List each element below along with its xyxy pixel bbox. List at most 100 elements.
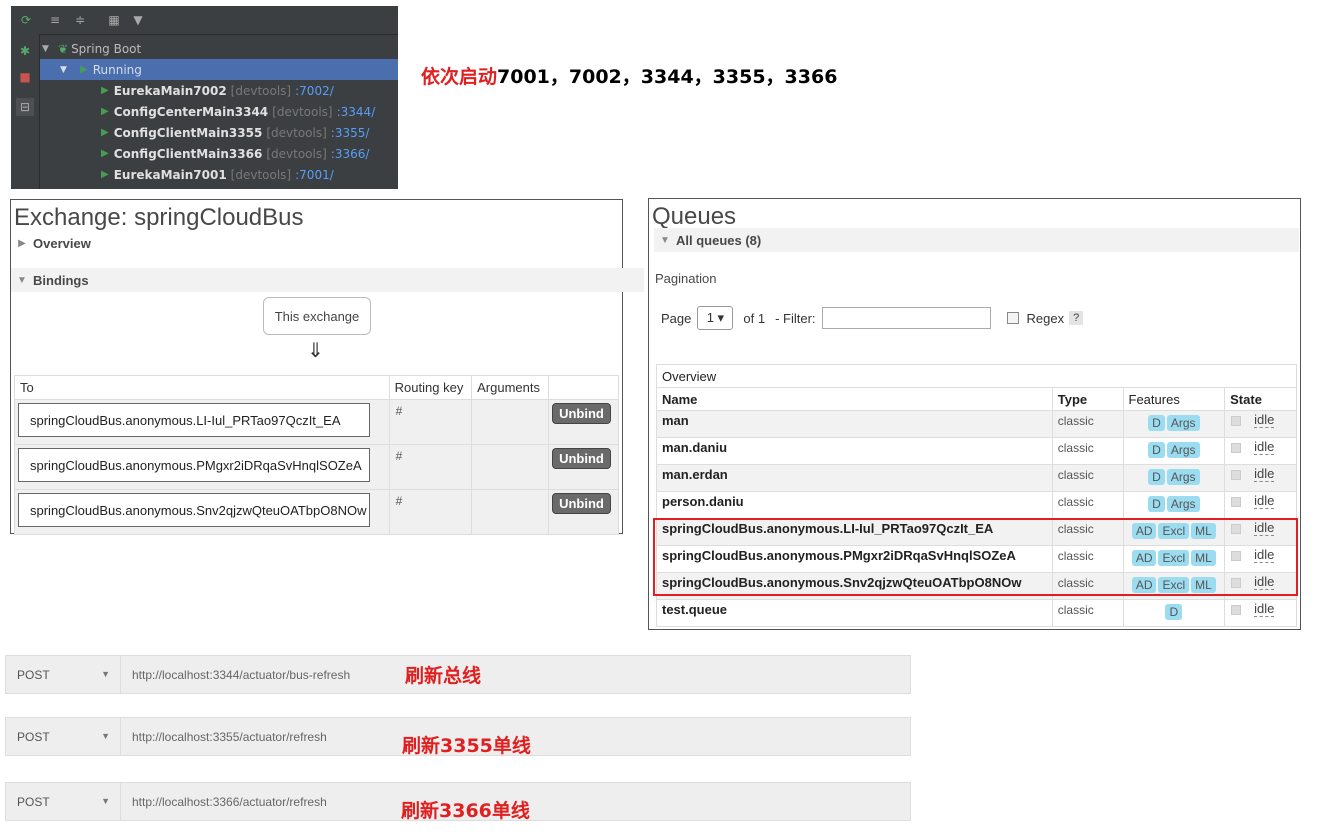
pagination-label: Pagination [655, 271, 717, 286]
queue-name-link[interactable]: springCloudBus.anonymous.PMgxr2iDRqaSvHn… [662, 548, 1016, 563]
feature-tag: D [1148, 469, 1165, 485]
down-arrow-icon: ⇓ [307, 338, 324, 362]
expand-all-icon[interactable]: ≡ [48, 13, 62, 27]
feature-tag: Args [1166, 442, 1200, 458]
queue-name-link[interactable]: man.erdan [662, 467, 728, 482]
queue-row: springCloudBus.anonymous.PMgxr2iDRqaSvHn… [656, 545, 1297, 573]
group-by-icon[interactable]: ▦ [107, 13, 121, 27]
queue-state: idle [1254, 439, 1275, 455]
tree-node-service[interactable]: ▶ EurekaMain7002 [devtools] :7002/ [40, 80, 398, 101]
col-arguments: Arguments [471, 375, 550, 400]
run-toolbar: ⟳ ≡ ≑ ▦ ▼ [11, 6, 398, 35]
queue-type: classic [1057, 576, 1094, 590]
filter-icon[interactable]: ▼ [131, 13, 145, 27]
arguments-cell [471, 444, 550, 490]
state-indicator [1231, 604, 1242, 615]
tree-node-service[interactable]: ▶ ConfigClientMain3366 [devtools] :3366/ [40, 143, 398, 164]
exchange-title: Exchange: springCloudBus [14, 204, 304, 231]
queue-row: springCloudBus.anonymous.Snv2qjzwQteuOAT… [656, 572, 1297, 600]
help-icon[interactable]: ? [1069, 311, 1084, 325]
expand-triangle-icon[interactable]: ▼ [60, 65, 72, 75]
queue-row: man.erdan classic D Args idle [656, 464, 1297, 492]
col-state[interactable]: State [1224, 387, 1297, 411]
collapse-all-icon[interactable]: ≑ [73, 13, 87, 27]
dropdown-caret-icon: ▼ [101, 731, 110, 741]
queue-name-link[interactable]: man.daniu [662, 440, 727, 455]
state-indicator [1231, 469, 1242, 480]
unbind-button[interactable]: Unbind [552, 448, 611, 469]
queue-name-link[interactable]: springCloudBus.anonymous.Snv2qjzwQteuOAT… [662, 575, 1021, 590]
method-select[interactable]: POST ▼ [6, 783, 121, 820]
queue-name-link[interactable]: person.daniu [662, 494, 744, 509]
feature-tag: D [1148, 496, 1165, 512]
unbind-button[interactable]: Unbind [552, 493, 611, 514]
tree-node-running[interactable]: ▼ ▶ Running [40, 59, 398, 80]
state-indicator [1231, 415, 1242, 426]
method-select[interactable]: POST ▼ [6, 656, 121, 693]
stop-icon[interactable]: ■ [18, 70, 32, 84]
rerun-icon[interactable]: ⟳ [19, 13, 33, 27]
queue-type: classic [1057, 468, 1094, 482]
dropdown-caret-icon: ▼ [101, 796, 110, 806]
url-input[interactable]: http://localhost:3344/actuator/bus-refre… [132, 656, 350, 693]
feature-tag: Args [1166, 415, 1200, 431]
arguments-cell [471, 399, 550, 445]
pagination-controls: Page 1 ▾ of 1 - Filter: Regex ? [661, 306, 1084, 330]
url-input[interactable]: http://localhost:3355/actuator/refresh [132, 718, 327, 755]
feature-tag: AD [1131, 523, 1157, 539]
feature-tag: Excl [1158, 577, 1190, 593]
tree-node-service[interactable]: ▶ ConfigClientMain3355 [devtools] :3355/ [40, 122, 398, 143]
layout-icon[interactable]: ⊟ [16, 98, 34, 116]
tree-node-spring-boot[interactable]: ▼ ❦ Spring Boot [40, 38, 398, 59]
expanded-arrow-icon: ▼ [17, 274, 27, 286]
url-input[interactable]: http://localhost:3366/actuator/refresh [132, 783, 327, 820]
state-indicator [1231, 577, 1242, 588]
request-note: 刷新3366单线 [401, 800, 530, 822]
binding-row: springCloudBus.anonymous.PMgxr2iDRqaSvHn… [14, 444, 619, 490]
queue-type: classic [1057, 495, 1094, 509]
of-pages-label: of 1 [743, 310, 766, 326]
queue-name-link[interactable]: springCloudBus.anonymous.LI-Iul_PRTao97Q… [662, 521, 993, 536]
filter-input[interactable] [821, 307, 991, 329]
feature-tag: Excl [1158, 523, 1190, 539]
method-select[interactable]: POST ▼ [6, 718, 121, 755]
col-name[interactable]: Name [656, 387, 1053, 411]
feature-tag: Args [1166, 469, 1200, 485]
queue-state: idle [1254, 493, 1275, 509]
run-icon: ▶ [101, 169, 109, 180]
queues-title: Queues [652, 203, 737, 230]
request-note: 刷新3355单线 [402, 735, 531, 757]
bindings-section-toggle[interactable]: ▼ Bindings [11, 268, 644, 292]
tree-node-service[interactable]: ▶ EurekaMain7001 [devtools] :7001/ [40, 164, 398, 185]
binding-queue-link[interactable]: springCloudBus.anonymous.PMgxr2iDRqaSvHn… [18, 448, 370, 482]
binding-queue-link[interactable]: springCloudBus.anonymous.Snv2qjzwQteuOAT… [18, 493, 370, 527]
bindings-header-row: To Routing key Arguments [14, 375, 619, 400]
tree-node-service[interactable]: ▶ ConfigCenterMain3344 [devtools] :3344/ [40, 101, 398, 122]
services-tree: ▼ ❦ Spring Boot ▼ ▶ Running ▶ EurekaMain… [40, 35, 398, 189]
collapsed-arrow-icon: ▶ [18, 237, 26, 249]
regex-checkbox[interactable] [1006, 312, 1019, 324]
queue-state: idle [1254, 601, 1275, 617]
run-tool-window: ⟳ ≡ ≑ ▦ ▼ ✱ ■ ⊟ ▼ ❦ Spring Boot ▼ ▶ Runn… [11, 6, 398, 189]
run-icon: ▶ [101, 148, 109, 159]
feature-tag: Args [1166, 496, 1200, 512]
regex-label: Regex [1026, 310, 1065, 326]
feature-tag: AD [1131, 577, 1157, 593]
feature-tag: D [1148, 415, 1165, 431]
queue-name-link[interactable]: man [662, 413, 689, 428]
queue-type: classic [1057, 603, 1094, 617]
col-type[interactable]: Type [1051, 387, 1124, 411]
all-queues-toggle[interactable]: ▼ All queues (8) [654, 228, 1299, 252]
queue-type: classic [1057, 522, 1094, 536]
page-label: Page [661, 310, 692, 326]
overview-section-toggle[interactable]: ▶ Overview [11, 231, 622, 255]
debug-icon[interactable]: ✱ [18, 44, 32, 58]
routing-key: # [395, 404, 403, 418]
binding-queue-link[interactable]: springCloudBus.anonymous.LI-Iul_PRTao97Q… [18, 403, 370, 437]
queue-state: idle [1254, 412, 1275, 428]
queue-name-link[interactable]: test.queue [662, 602, 727, 617]
routing-key: # [395, 449, 403, 463]
expand-triangle-icon[interactable]: ▼ [42, 44, 54, 54]
page-select[interactable]: 1 ▾ [697, 306, 734, 330]
unbind-button[interactable]: Unbind [552, 403, 611, 424]
